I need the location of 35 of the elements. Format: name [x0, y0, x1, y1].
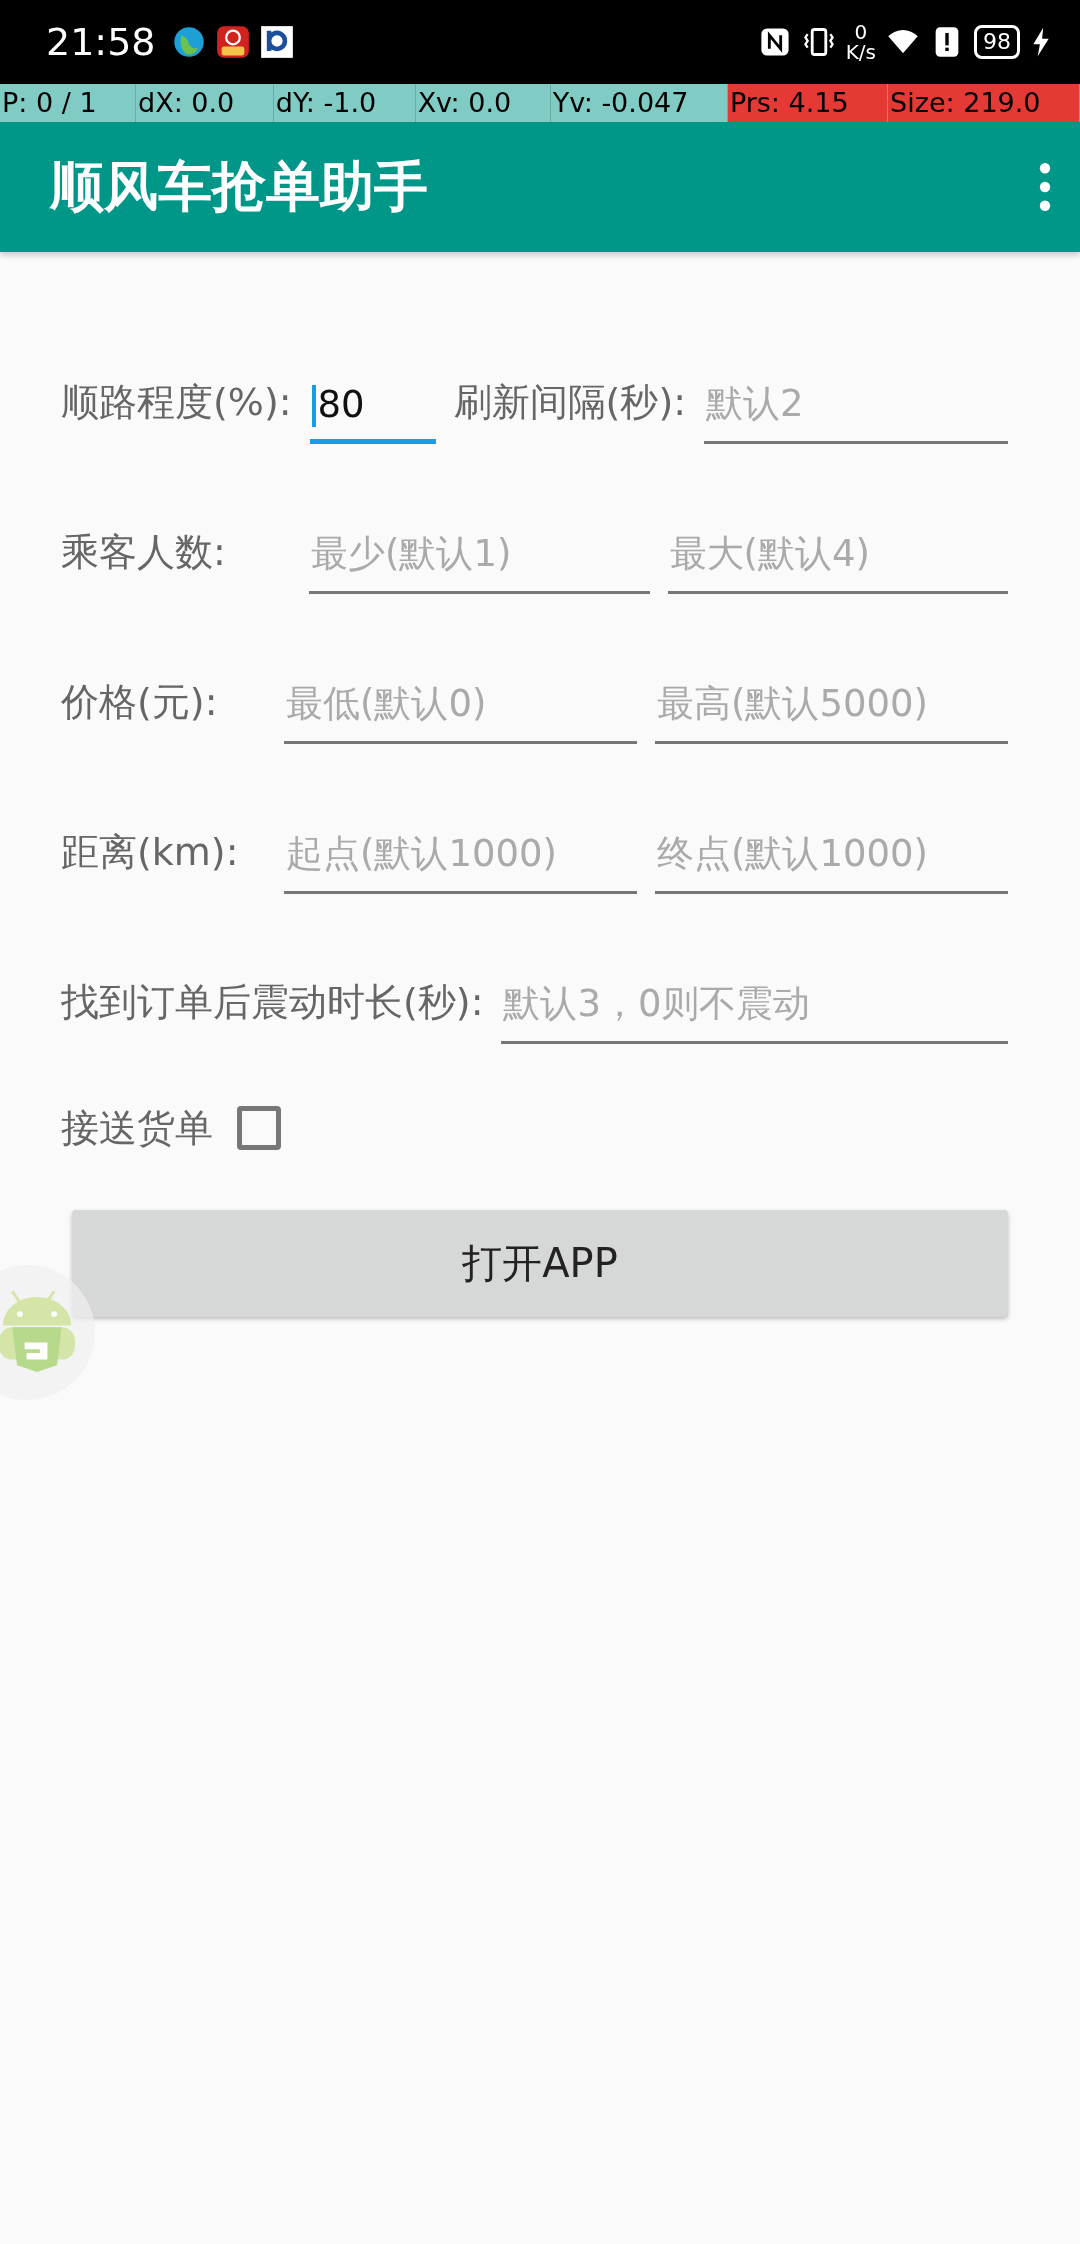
field-label: 刷新间隔(秒): [453, 379, 686, 426]
input-field[interactable]: 最少(默认1) [309, 529, 650, 594]
input-field[interactable]: 最大(默认4) [667, 529, 1008, 594]
open-app-button[interactable]: 打开APP [72, 1210, 1008, 1317]
pointer-stat: Xv: 0.0 [415, 84, 551, 122]
input-field[interactable]: 80 [309, 382, 436, 444]
text-cursor [311, 385, 316, 427]
field-label: 找到订单后震动时长(秒): [61, 979, 484, 1026]
app-title: 顺风车抢单助手 [50, 153, 428, 220]
field-label: 价格(元): [61, 679, 219, 726]
pointer-stat: Size: 219.0 [888, 84, 1080, 122]
input-field[interactable]: 默认2 [704, 379, 1008, 444]
pointer-stat: Yv: -0.047 [550, 84, 728, 122]
pointer-stat: dY: -1.0 [273, 84, 416, 122]
field-label: 顺路程度(%): [61, 379, 292, 426]
checkbox[interactable] [237, 1106, 281, 1150]
input-field[interactable]: 默认3，0则不震动 [501, 979, 1008, 1044]
field-label: 接送货单 [61, 1104, 213, 1152]
input-field[interactable]: 最低(默认0) [284, 679, 637, 744]
network-speed: 0 K/s [845, 22, 876, 62]
app-icon [215, 25, 250, 59]
globe-icon [171, 25, 206, 59]
pointer-stat: P: 0 / 1 [0, 84, 137, 122]
battery-level: 98 [974, 25, 1020, 59]
app-icon [259, 25, 294, 59]
more-options-icon[interactable] [1038, 162, 1052, 212]
clock-time: 21:58 [46, 20, 156, 64]
input-field[interactable]: 终点(默认1000) [655, 829, 1008, 894]
field-label: 乘客人数: [61, 529, 227, 576]
vibrate-icon [801, 25, 836, 59]
input-field[interactable]: 最高(默认5000) [655, 679, 1008, 744]
input-field[interactable]: 起点(默认1000) [284, 829, 637, 894]
pointer-stat: dX: 0.0 [136, 84, 274, 122]
pointer-stat: Prs: 4.15 [727, 84, 889, 122]
field-label: 距离(km): [61, 829, 240, 876]
